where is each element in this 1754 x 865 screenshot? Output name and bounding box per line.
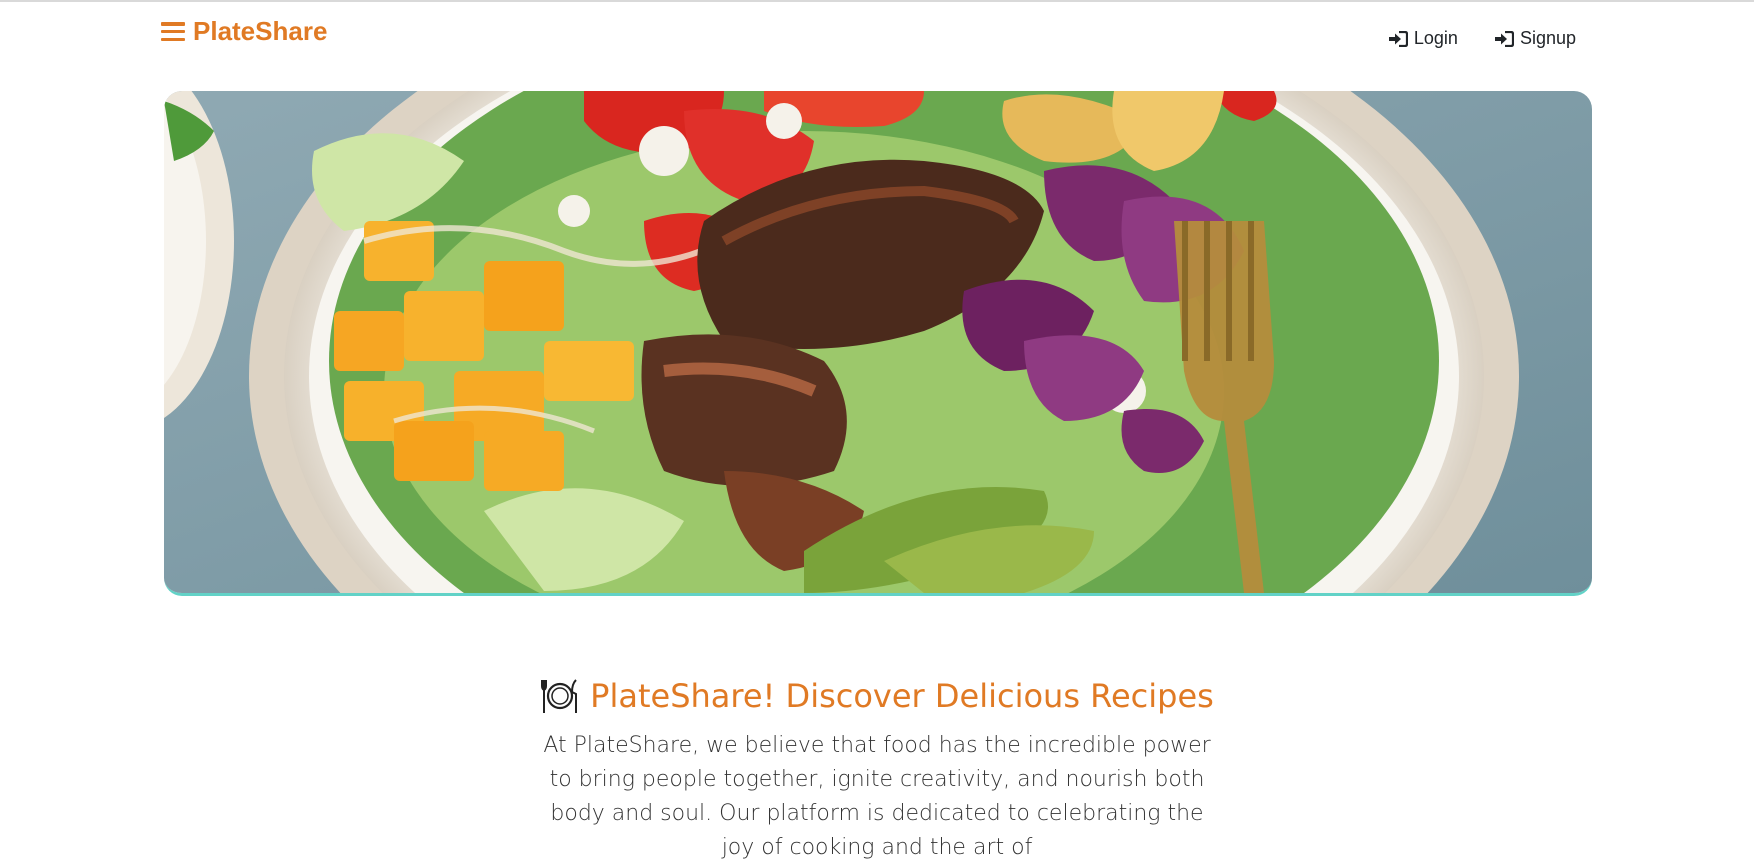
login-link[interactable]: Login	[1388, 28, 1458, 49]
sign-in-icon	[1494, 30, 1514, 47]
intro-paragraph: At PlateShare, we believe that food has …	[543, 733, 1211, 860]
login-label: Login	[1413, 28, 1458, 48]
sign-in-icon	[1388, 30, 1408, 47]
signup-link[interactable]: Signup	[1494, 28, 1576, 49]
navbar: PlateShare Login Signup	[0, 2, 1754, 72]
nav-links: Login Signup	[1388, 28, 1576, 49]
hero-image	[164, 91, 1592, 596]
plate-cutlery-icon	[541, 679, 578, 713]
intro-title: PlateShare! Discover Delicious Recipes	[540, 676, 1214, 716]
brand-name: PlateShare	[193, 16, 328, 46]
intro-section: PlateShare! Discover Delicious Recipes A…	[0, 676, 1754, 865]
brand-link[interactable]: PlateShare	[161, 16, 327, 47]
intro-title-text: PlateShare! Discover Delicious Recipes	[590, 677, 1214, 715]
signup-label: Signup	[1519, 28, 1576, 48]
hamburger-menu-icon[interactable]	[161, 22, 185, 41]
salad-bowl-illustration	[164, 91, 1592, 593]
